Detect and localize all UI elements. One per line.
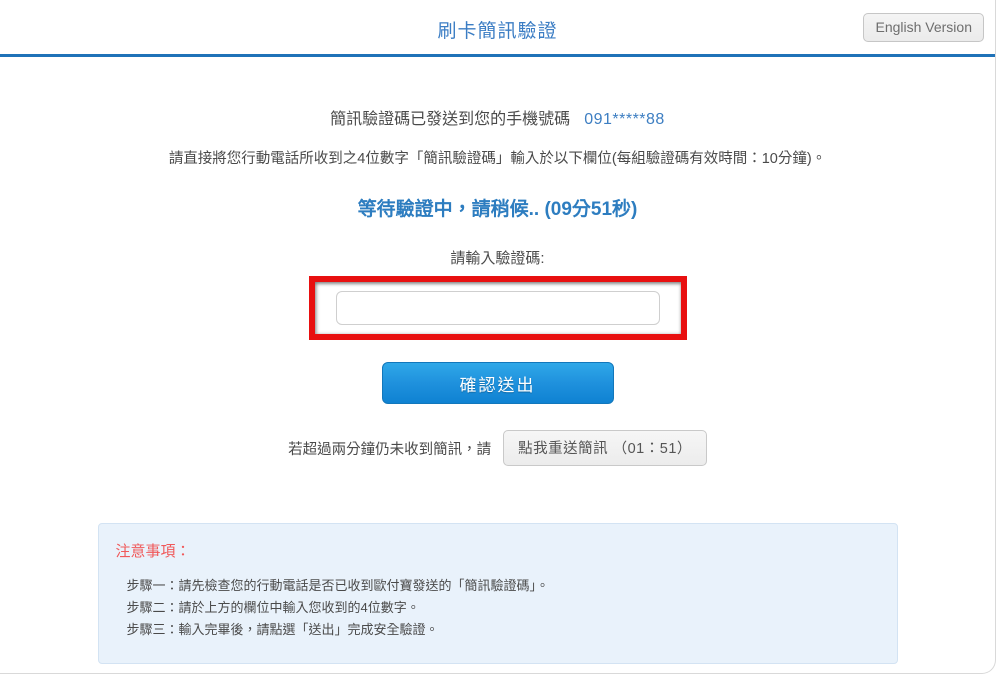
notice-step-1: 步驟一：請先檢查您的行動電話是否已收到歐付寶發送的「簡訊驗證碼」。 bbox=[126, 578, 550, 593]
sms-sent-text: 簡訊驗證碼已發送到您的手機號碼 bbox=[330, 111, 571, 128]
resend-sms-button[interactable]: 點我重送簡訊 （01：51） bbox=[503, 430, 707, 466]
header-divider bbox=[0, 54, 995, 57]
verification-code-input[interactable] bbox=[335, 291, 660, 325]
waiting-status-countdown: 等待驗證中，請稍候.. (09分51秒) bbox=[357, 199, 638, 220]
page-frame: 刷卡簡訊驗證 English Version 簡訊驗證碼已發送到您的手機號碼 09… bbox=[0, 0, 996, 674]
sms-sent-notice: 簡訊驗證碼已發送到您的手機號碼 091*****88 bbox=[0, 105, 995, 129]
notice-panel: 注意事項： 步驟一：請先檢查您的行動電話是否已收到歐付寶發送的「簡訊驗證碼」。 … bbox=[97, 523, 898, 664]
instruction-text: 請直接將您行動電話所收到之4位數字「簡訊驗證碼」輸入於以下欄位(每組驗證碼有效時… bbox=[168, 151, 827, 167]
submit-button[interactable]: 確認送出 bbox=[381, 362, 614, 404]
code-input-highlight-box bbox=[308, 276, 687, 340]
english-version-button[interactable]: English Version bbox=[863, 13, 984, 42]
page-title: 刷卡簡訊驗證 bbox=[437, 21, 558, 42]
code-input-label: 請輸入驗證碼: bbox=[450, 250, 545, 267]
masked-phone-number: 091*****88 bbox=[584, 111, 665, 128]
page-header: 刷卡簡訊驗證 English Version bbox=[0, 0, 995, 54]
notice-title: 注意事項： bbox=[115, 543, 191, 560]
notice-step-3: 步驟三：輸入完畢後，請點選「送出」完成安全驗證。 bbox=[126, 622, 439, 637]
resend-row: 若超過兩分鐘仍未收到簡訊，請 點我重送簡訊 （01：51） bbox=[0, 430, 995, 466]
main-content: 簡訊驗證碼已發送到您的手機號碼 091*****88 請直接將您行動電話所收到之4… bbox=[0, 105, 995, 664]
notice-step-2: 步驟二：請於上方的欄位中輸入您收到的4位數字。 bbox=[126, 600, 420, 615]
resend-note-text: 若超過兩分鐘仍未收到簡訊，請 bbox=[288, 441, 492, 458]
